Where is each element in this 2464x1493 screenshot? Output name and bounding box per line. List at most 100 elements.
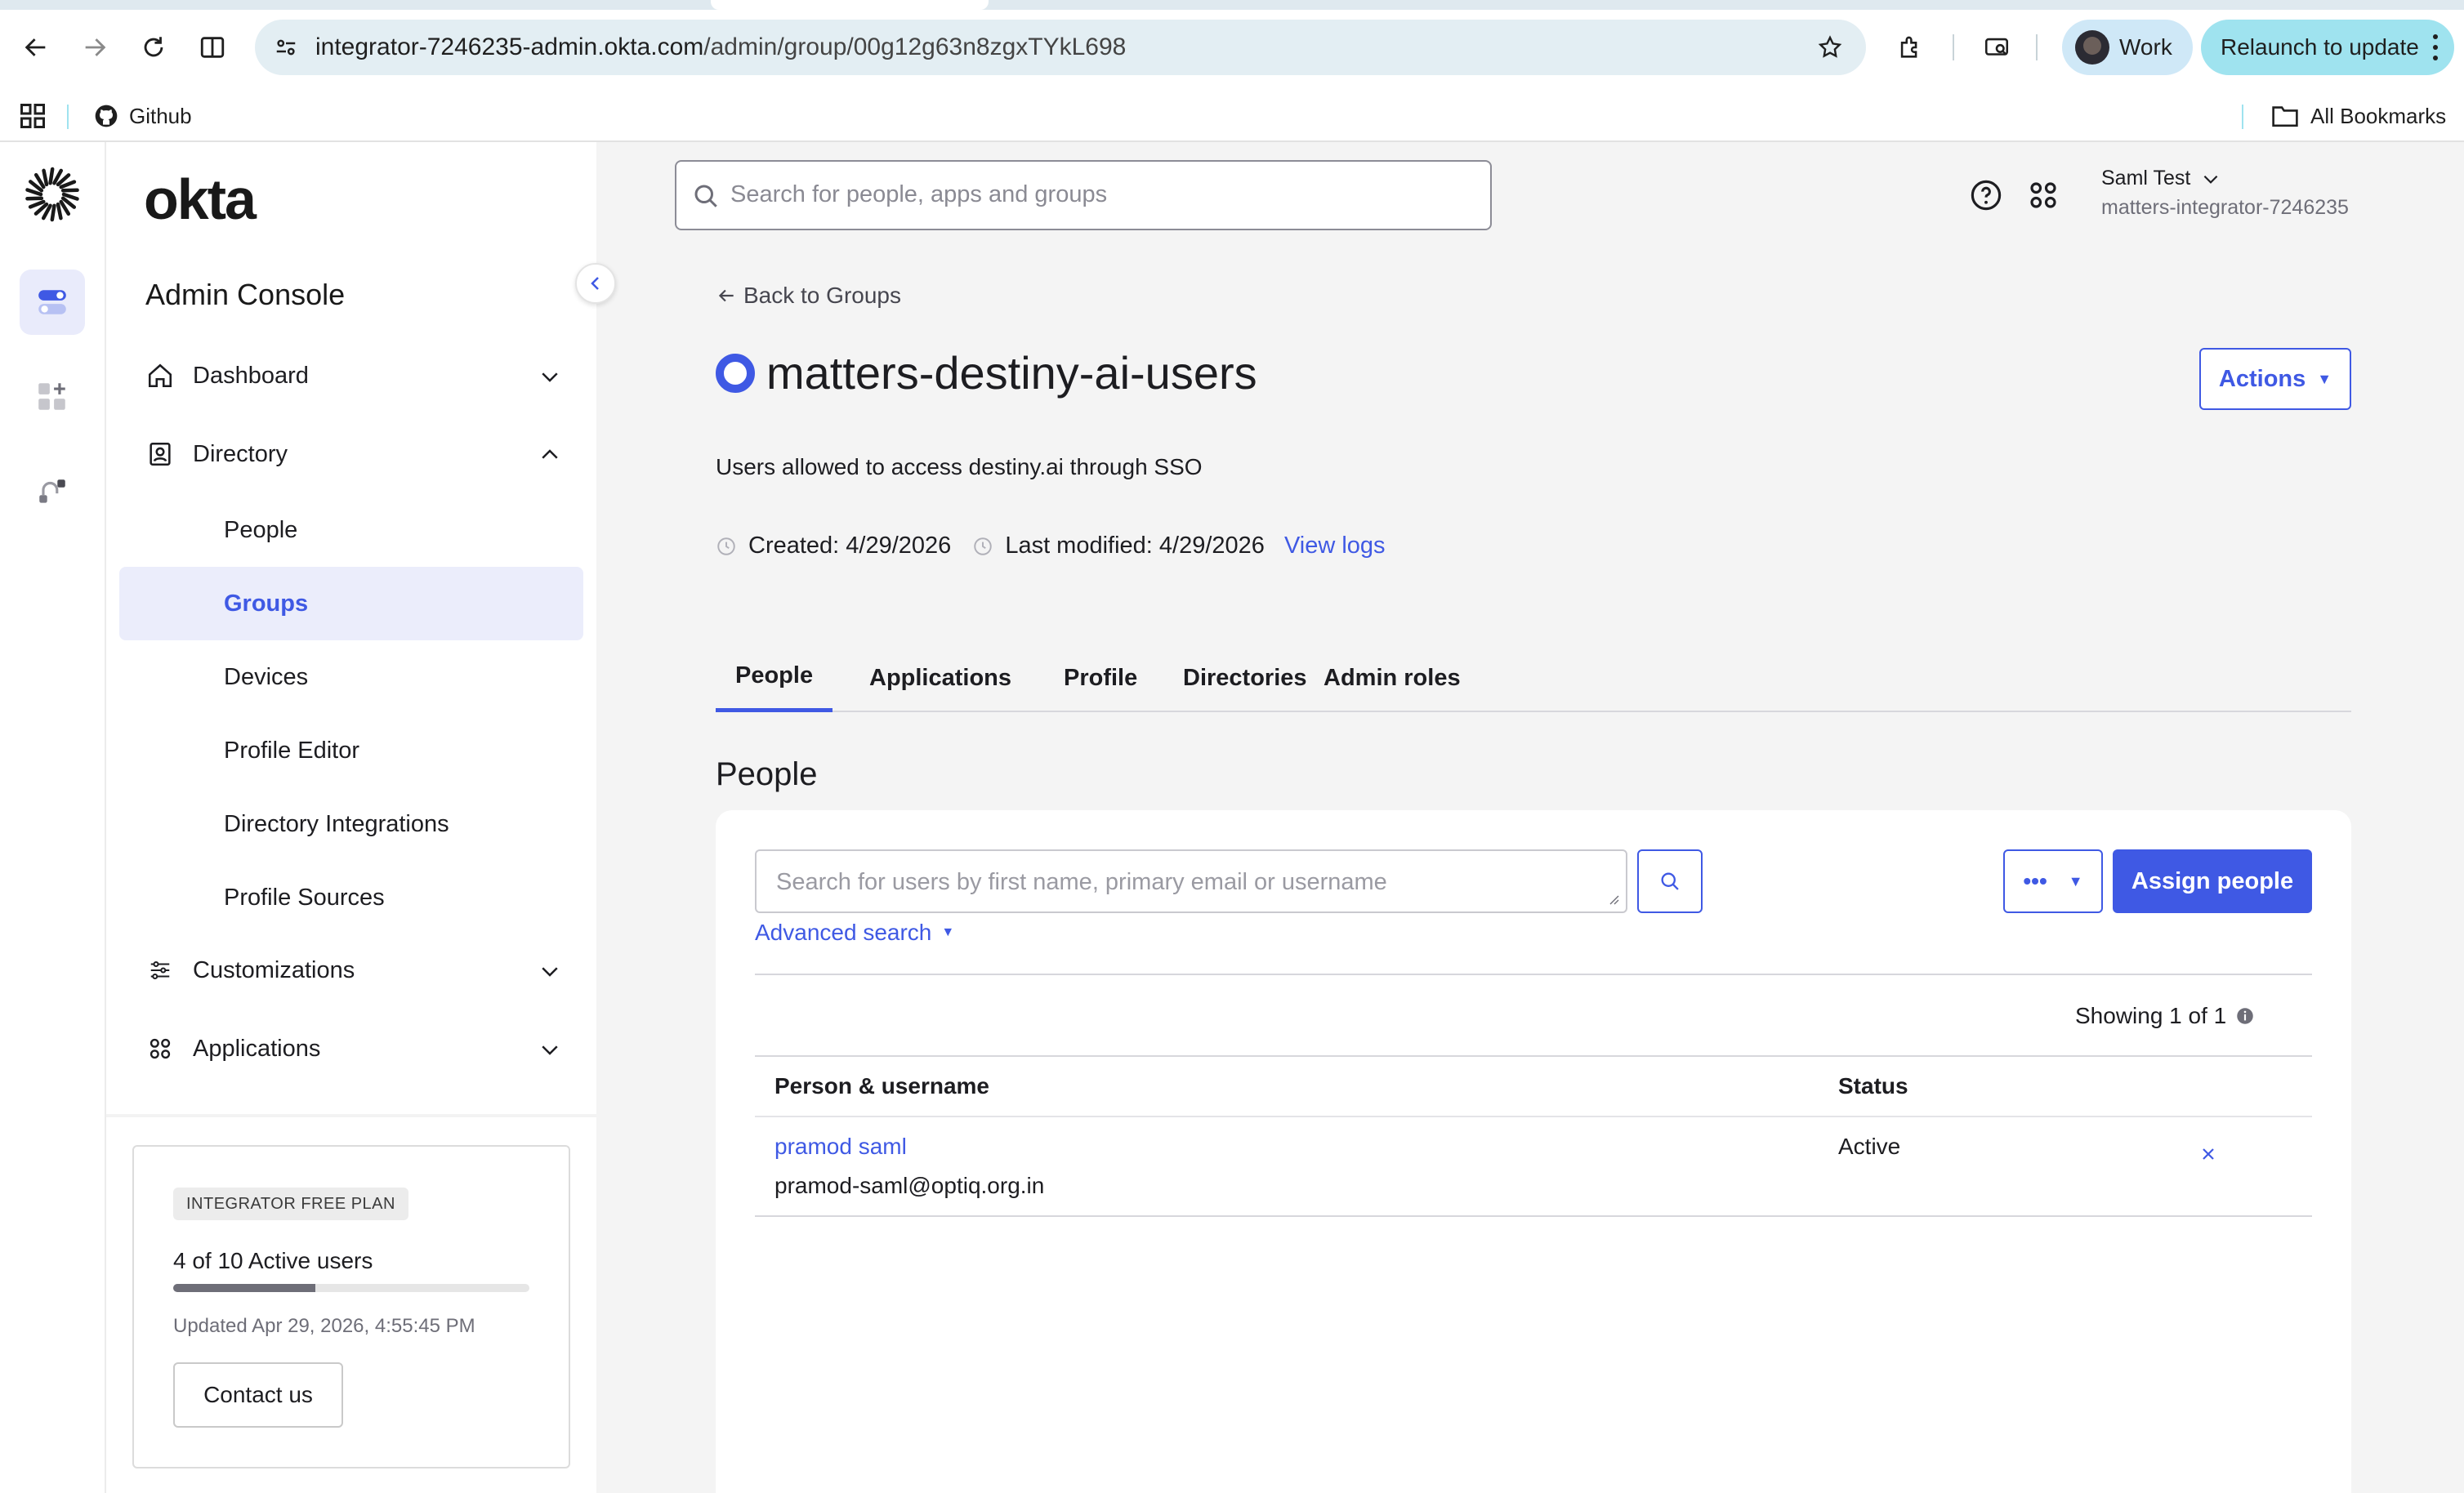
- advanced-search-toggle[interactable]: Advanced search ▼: [755, 920, 954, 946]
- sidebar-item-label: Groups: [224, 590, 309, 617]
- apps-grid-icon[interactable]: [18, 101, 47, 131]
- people-card: Search for users by first name, primary …: [716, 810, 2351, 1493]
- tab-directories[interactable]: Directories: [1163, 644, 1327, 712]
- column-header-person[interactable]: Person & username: [774, 1073, 989, 1099]
- sidebar-item-profile-sources[interactable]: Profile Sources: [119, 861, 583, 934]
- admin-console-rail-item[interactable]: [20, 270, 85, 335]
- person-name-link[interactable]: pramod saml: [774, 1134, 907, 1160]
- sidebar-item-groups[interactable]: Groups: [119, 567, 583, 640]
- reload-icon[interactable]: [131, 25, 176, 70]
- relaunch-label: Relaunch to update: [2221, 34, 2419, 60]
- sliders-icon: [144, 954, 176, 987]
- user-name: Saml Test: [2101, 167, 2191, 189]
- sidebar-item-label: Directory Integrations: [224, 810, 449, 837]
- user-menu[interactable]: Saml Test: [2101, 167, 2221, 190]
- actions-button[interactable]: Actions ▼: [2199, 348, 2351, 410]
- remove-person-button[interactable]: [2194, 1140, 2222, 1168]
- advanced-search-label: Advanced search: [755, 920, 932, 945]
- resize-grip-icon[interactable]: [1608, 894, 1619, 905]
- search-icon: [694, 185, 717, 207]
- group-description: Users allowed to access destiny.ai throu…: [716, 454, 1203, 479]
- tab-strip: [0, 0, 2464, 10]
- divider: [755, 974, 2312, 975]
- help-icon[interactable]: [1969, 178, 2003, 212]
- caret-down-icon: ▼: [941, 925, 955, 939]
- tab-label: Applications: [869, 664, 1012, 691]
- all-bookmarks-label: All Bookmarks: [2310, 103, 2447, 128]
- tab-applications[interactable]: Applications: [850, 644, 1031, 712]
- add-apps-icon: [38, 383, 65, 410]
- all-bookmarks-button[interactable]: All Bookmarks: [2271, 100, 2446, 132]
- collapse-sidebar-button[interactable]: [575, 263, 616, 304]
- sidebar-item-label: Devices: [224, 663, 309, 690]
- nav-applications[interactable]: Applications: [144, 1019, 569, 1078]
- tab-label: Directories: [1183, 664, 1307, 691]
- active-users-count: 4 of 10 Active users: [173, 1248, 373, 1273]
- okta-logo[interactable]: okta: [144, 167, 257, 232]
- tab-label: Admin roles: [1324, 664, 1461, 691]
- tab-admin-roles[interactable]: Admin roles: [1304, 644, 1480, 712]
- result-count: Showing 1 of 1: [2075, 1003, 2256, 1029]
- github-icon: [95, 105, 118, 127]
- tab-people[interactable]: People: [716, 644, 833, 712]
- sidebar-item-profile-editor[interactable]: Profile Editor: [119, 714, 583, 787]
- cast-search-icon[interactable]: [1974, 25, 2020, 70]
- url-path: /admin/group/00g12g63n8zgxTYkL698: [703, 33, 1127, 60]
- profile-button[interactable]: Work: [2062, 20, 2193, 75]
- back-icon[interactable]: [13, 25, 59, 70]
- sidebar-divider: [106, 1114, 596, 1117]
- group-tabs: People Applications Profile Directories …: [716, 644, 2351, 712]
- people-search-button[interactable]: [1637, 849, 1703, 913]
- view-logs-link[interactable]: View logs: [1284, 533, 1386, 559]
- result-count-text: Showing 1 of 1: [2075, 1003, 2227, 1028]
- relaunch-button[interactable]: Relaunch to update: [2201, 20, 2454, 75]
- global-search-input[interactable]: Search for people, apps and groups: [675, 160, 1492, 230]
- kebab-menu-icon[interactable]: [2431, 34, 2439, 60]
- workflows-rail-item[interactable]: [20, 459, 85, 524]
- app-launcher-icon[interactable]: [2026, 178, 2060, 212]
- app-catalog-rail-item[interactable]: [20, 364, 85, 430]
- active-users-progress: [173, 1284, 529, 1292]
- nav-directory[interactable]: Directory: [144, 425, 569, 484]
- back-to-groups-link[interactable]: Back to Groups: [716, 283, 901, 309]
- people-search-input[interactable]: Search for users by first name, primary …: [755, 849, 1627, 913]
- active-tab[interactable]: [711, 0, 989, 10]
- sidebar-item-devices[interactable]: Devices: [119, 640, 583, 714]
- app-switcher-rail: [0, 142, 106, 1493]
- contact-us-button[interactable]: Contact us: [173, 1362, 343, 1428]
- address-bar[interactable]: integrator-7246235-admin.okta.com/admin/…: [255, 20, 1866, 75]
- people-section-heading: People: [716, 756, 818, 792]
- tab-label: Profile: [1064, 664, 1138, 691]
- bookmark-github[interactable]: Github: [93, 100, 192, 132]
- clock-icon: [974, 537, 993, 555]
- sidebar-item-label: People: [224, 516, 298, 543]
- nav-customizations[interactable]: Customizations: [144, 941, 569, 1000]
- chevron-down-icon: [2203, 175, 2218, 184]
- caret-down-icon: ▼: [2068, 872, 2083, 889]
- nav-dashboard[interactable]: Dashboard: [144, 346, 569, 405]
- sidebar-item-people[interactable]: People: [119, 493, 583, 567]
- chevron-down-icon: [542, 372, 558, 382]
- modified-date: Last modified: 4/29/2026: [1005, 533, 1265, 559]
- page-title: matters-destiny-ai-users: [716, 346, 1257, 399]
- extensions-icon[interactable]: [1887, 25, 1933, 70]
- more-options-button[interactable]: ••• ▼: [2003, 849, 2103, 913]
- back-to-groups-label: Back to Groups: [743, 283, 901, 308]
- chevron-down-icon: [542, 1045, 558, 1055]
- actions-label: Actions: [2218, 365, 2306, 392]
- profile-avatar: [2075, 30, 2109, 65]
- plan-badge: INTEGRATOR FREE PLAN: [173, 1188, 408, 1220]
- tab-profile[interactable]: Profile: [1044, 644, 1157, 712]
- forward-icon[interactable]: [72, 25, 118, 70]
- sidebar-item-directory-integrations[interactable]: Directory Integrations: [119, 787, 583, 861]
- bookmark-github-label: Github: [129, 103, 192, 128]
- global-search-placeholder: Search for people, apps and groups: [730, 181, 1108, 207]
- assign-people-button[interactable]: Assign people: [2113, 849, 2312, 913]
- column-header-status[interactable]: Status: [1838, 1073, 1908, 1099]
- site-settings-icon[interactable]: [268, 29, 304, 65]
- split-view-icon[interactable]: [190, 25, 235, 70]
- info-icon[interactable]: [2234, 1005, 2256, 1027]
- bookmark-star-icon[interactable]: [1812, 29, 1848, 65]
- okta-sunburst-logo[interactable]: [25, 167, 80, 222]
- url-host: integrator-7246235-admin.okta.com: [315, 33, 704, 60]
